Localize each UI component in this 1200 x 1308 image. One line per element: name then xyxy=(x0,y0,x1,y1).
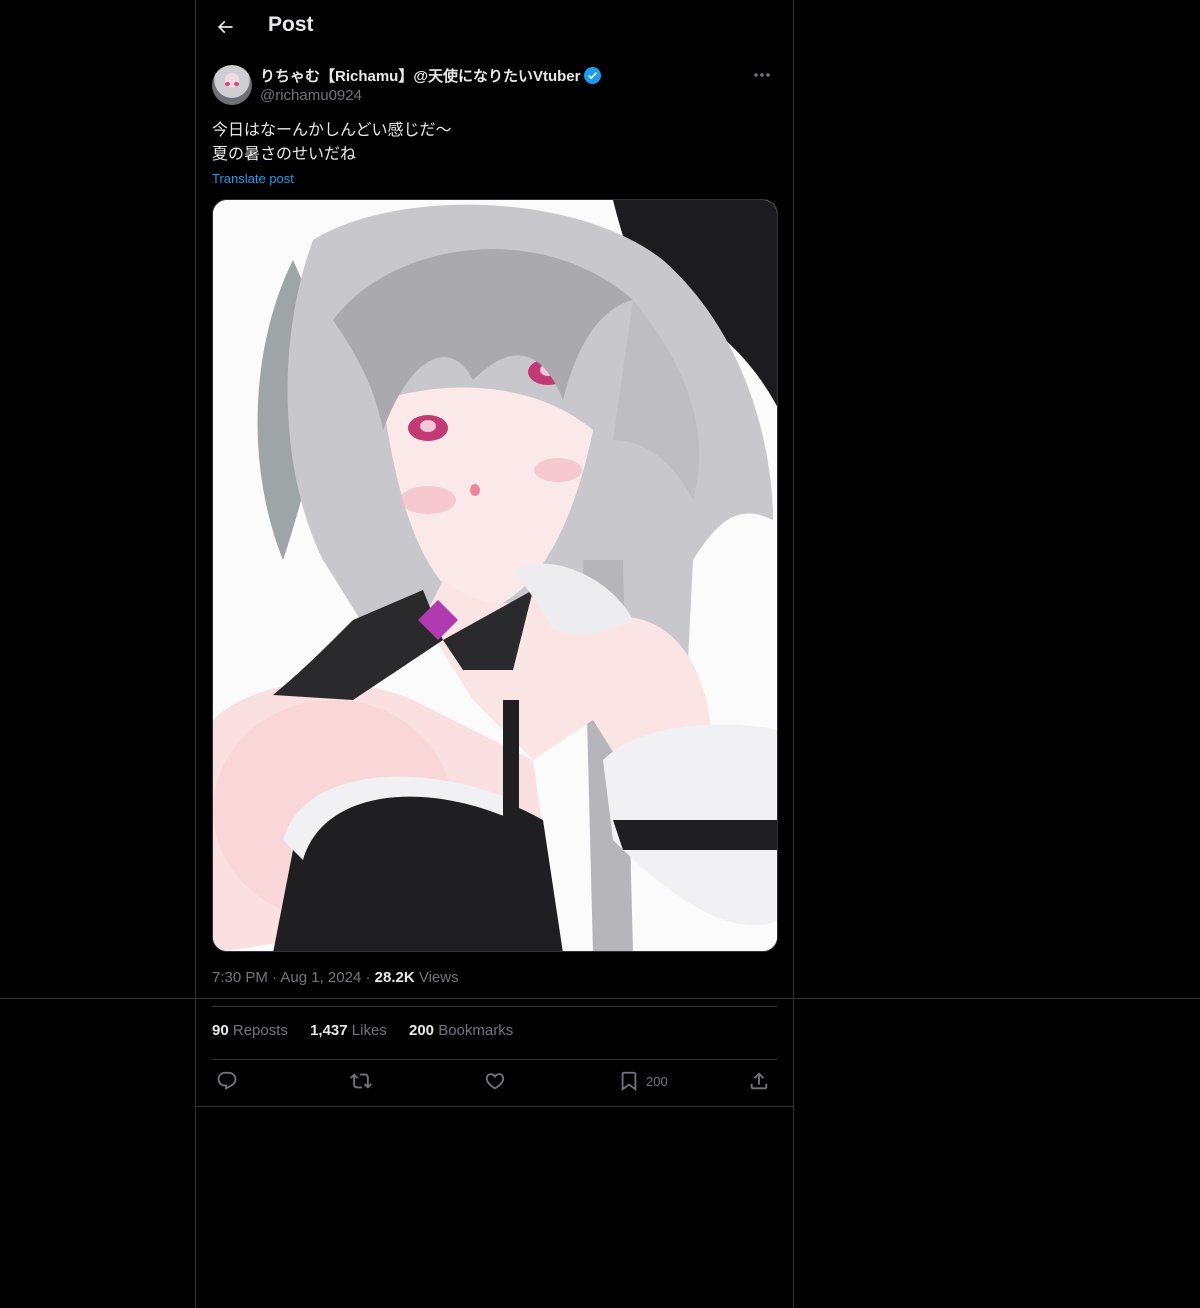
stats-top-divider xyxy=(212,1006,777,1007)
arrow-left-icon xyxy=(217,20,233,34)
author-display-name[interactable]: りちゃむ【Richamu】@天使になりたいVtuber xyxy=(260,65,602,86)
post-text: 今日はなーんかしんどい感じだ〜 夏の暑さのせいだね xyxy=(212,119,452,167)
share-icon xyxy=(750,1072,768,1090)
more-options-button[interactable] xyxy=(747,64,777,86)
likes-stat[interactable]: 1,437 Likes xyxy=(310,1022,387,1039)
repost-icon xyxy=(350,1073,372,1089)
views-count: 28.2K xyxy=(374,969,415,986)
avatar-eye-right xyxy=(234,82,239,86)
post-stats: 90 Reposts 1,437 Likes 200 Bookmarks xyxy=(212,1022,531,1039)
repost-button[interactable] xyxy=(350,1070,372,1092)
likes-label: Likes xyxy=(351,1022,387,1039)
heart-icon xyxy=(485,1073,505,1090)
back-button[interactable] xyxy=(208,10,242,44)
post-date[interactable]: Aug 1, 2024 xyxy=(280,969,361,986)
page-title: Post xyxy=(268,13,314,36)
post-meta: 7:30 PM · Aug 1, 2024 · 28.2K Views xyxy=(212,969,459,986)
post-bottom-divider xyxy=(196,1106,793,1107)
illustration-image xyxy=(213,200,777,951)
meta-dot: · xyxy=(365,969,375,986)
reply-icon xyxy=(217,1071,237,1090)
action-bar: 200 xyxy=(212,1068,777,1100)
author-name-text: りちゃむ【Richamu】@天使になりたいVtuber xyxy=(260,68,581,85)
post-text-line: 夏の暑さのせいだね xyxy=(212,146,357,163)
bookmark-count: 200 xyxy=(646,1073,668,1089)
reply-button[interactable] xyxy=(216,1070,238,1092)
views-label: Views xyxy=(418,969,459,986)
reposts-label: Reposts xyxy=(232,1022,288,1039)
bookmarks-count: 200 xyxy=(408,1022,435,1039)
more-dots-icon xyxy=(754,73,770,77)
post-text-line: 今日はなーんかしんどい感じだ〜 xyxy=(212,122,452,139)
post-column: Post りちゃむ【Richamu】@天使になりたいVtuber @richam… xyxy=(195,0,794,1308)
bookmark-button[interactable]: 200 xyxy=(618,1070,668,1092)
avatar-eye-left xyxy=(225,82,230,86)
share-button[interactable] xyxy=(748,1070,770,1092)
verified-badge-icon xyxy=(584,67,602,84)
translate-post-link[interactable]: Translate post xyxy=(212,171,294,186)
reposts-count: 90 xyxy=(212,1022,229,1039)
reposts-stat[interactable]: 90 Reposts xyxy=(212,1022,288,1039)
post-header: Post xyxy=(196,0,793,54)
author-handle[interactable]: @richamu0924 xyxy=(260,87,362,104)
likes-count: 1,437 xyxy=(310,1022,348,1039)
bookmark-icon xyxy=(621,1071,637,1092)
post-time[interactable]: 7:30 PM xyxy=(212,969,268,986)
bookmarks-stat[interactable]: 200 Bookmarks xyxy=(409,1022,513,1039)
avatar[interactable] xyxy=(212,65,252,105)
post-author: りちゃむ【Richamu】@天使になりたいVtuber @richamu0924 xyxy=(212,64,777,108)
bookmarks-label: Bookmarks xyxy=(438,1022,514,1039)
like-button[interactable] xyxy=(484,1070,506,1092)
stats-bottom-divider xyxy=(212,1059,777,1060)
post-image[interactable] xyxy=(212,199,778,952)
